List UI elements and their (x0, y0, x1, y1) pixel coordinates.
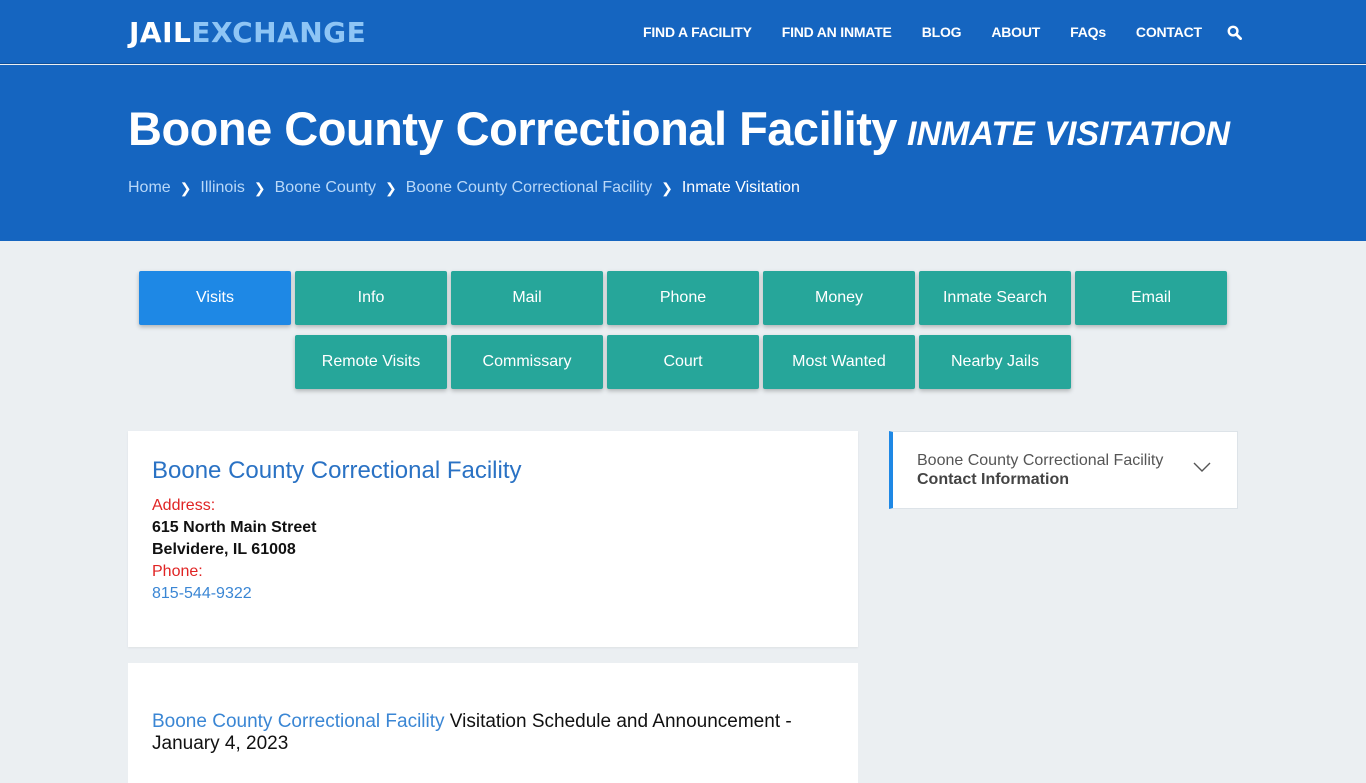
chevron-right-icon: ❯ (661, 179, 673, 196)
tab-money[interactable]: Money (763, 271, 915, 325)
visitation-announcement-card: Boone County Correctional Facility Visit… (128, 663, 858, 783)
tab-nearby-jails[interactable]: Nearby Jails (919, 335, 1071, 389)
breadcrumb-boone-county[interactable]: Boone County (275, 179, 376, 197)
address-label: Address: (152, 497, 216, 514)
top-navbar: JAILEXCHANGE FIND A FACILITY FIND AN INM… (0, 0, 1366, 64)
page-title: Boone County Correctional Facility INMATE… (128, 101, 1230, 156)
search-button[interactable] (1217, 25, 1257, 40)
logo-text-exchange: EXCHANGE (191, 16, 367, 49)
tab-commissary[interactable]: Commissary (451, 335, 603, 389)
chevron-right-icon: ❯ (179, 179, 192, 196)
breadcrumb-illinois[interactable]: Illinois (200, 179, 244, 197)
nav-about[interactable]: ABOUT (976, 24, 1055, 40)
nav-blog[interactable]: BLOG (907, 24, 977, 40)
facility-name: Boone County Correctional Facility (152, 457, 522, 484)
announcement-facility-link[interactable]: Boone County Correctional Facility (152, 711, 445, 732)
main-nav: FIND A FACILITY FIND AN INMATE BLOG ABOU… (628, 0, 1257, 64)
tabs-row-1: Visits Info Mail Phone Money Inmate Sear… (0, 271, 1366, 325)
page-hero: Boone County Correctional Facility INMATE… (0, 65, 1366, 241)
phone-label: Phone: (152, 563, 203, 580)
chevron-right-icon: ❯ (385, 179, 397, 196)
accordion-title: Contact Information (917, 471, 1069, 488)
tab-visits[interactable]: Visits (139, 271, 291, 325)
accordion-facility-name: Boone County Correctional Facility (917, 452, 1164, 469)
breadcrumb-facility[interactable]: Boone County Correctional Facility (406, 179, 652, 197)
breadcrumb: Home ❯ Illinois ❯ Boone County ❯ Boone C… (128, 179, 800, 197)
logo-text-jail: JAIL (129, 16, 192, 49)
contact-info-accordion[interactable]: Boone County Correctional Facility Conta… (889, 431, 1238, 509)
nav-find-an-inmate[interactable]: FIND AN INMATE (767, 24, 907, 40)
search-icon (1227, 25, 1242, 40)
breadcrumb-home[interactable]: Home (128, 179, 171, 197)
page-title-section: INMATE VISITATION (907, 115, 1231, 153)
tab-court[interactable]: Court (607, 335, 759, 389)
nav-faqs[interactable]: FAQs (1055, 24, 1121, 40)
tab-mail[interactable]: Mail (451, 271, 603, 325)
nav-find-a-facility[interactable]: FIND A FACILITY (628, 24, 767, 40)
site-logo[interactable]: JAILEXCHANGE (129, 16, 366, 49)
page-title-facility: Boone County Correctional Facility (128, 102, 898, 155)
tab-inmate-search[interactable]: Inmate Search (919, 271, 1071, 325)
tab-remote-visits[interactable]: Remote Visits (295, 335, 447, 389)
breadcrumb-current: Inmate Visitation (681, 179, 800, 196)
tab-info[interactable]: Info (295, 271, 447, 325)
phone-link[interactable]: 815-544-9322 (152, 583, 834, 605)
address-line-1: 615 North Main Street (152, 519, 317, 536)
tab-most-wanted[interactable]: Most Wanted (763, 335, 915, 389)
announcement-heading: Boone County Correctional Facility Visit… (152, 711, 834, 755)
tabs-row-2: Remote Visits Commissary Court Most Want… (0, 335, 1366, 389)
chevron-down-icon (1193, 462, 1211, 472)
nav-contact[interactable]: CONTACT (1121, 24, 1217, 40)
chevron-right-icon: ❯ (253, 179, 266, 196)
address-line-2: Belvidere, IL 61008 (152, 541, 296, 558)
tab-phone[interactable]: Phone (607, 271, 759, 325)
tab-email[interactable]: Email (1075, 271, 1227, 325)
facility-info-card: Boone County Correctional Facility Addre… (128, 431, 858, 647)
facility-tabs: Visits Info Mail Phone Money Inmate Sear… (0, 271, 1366, 399)
